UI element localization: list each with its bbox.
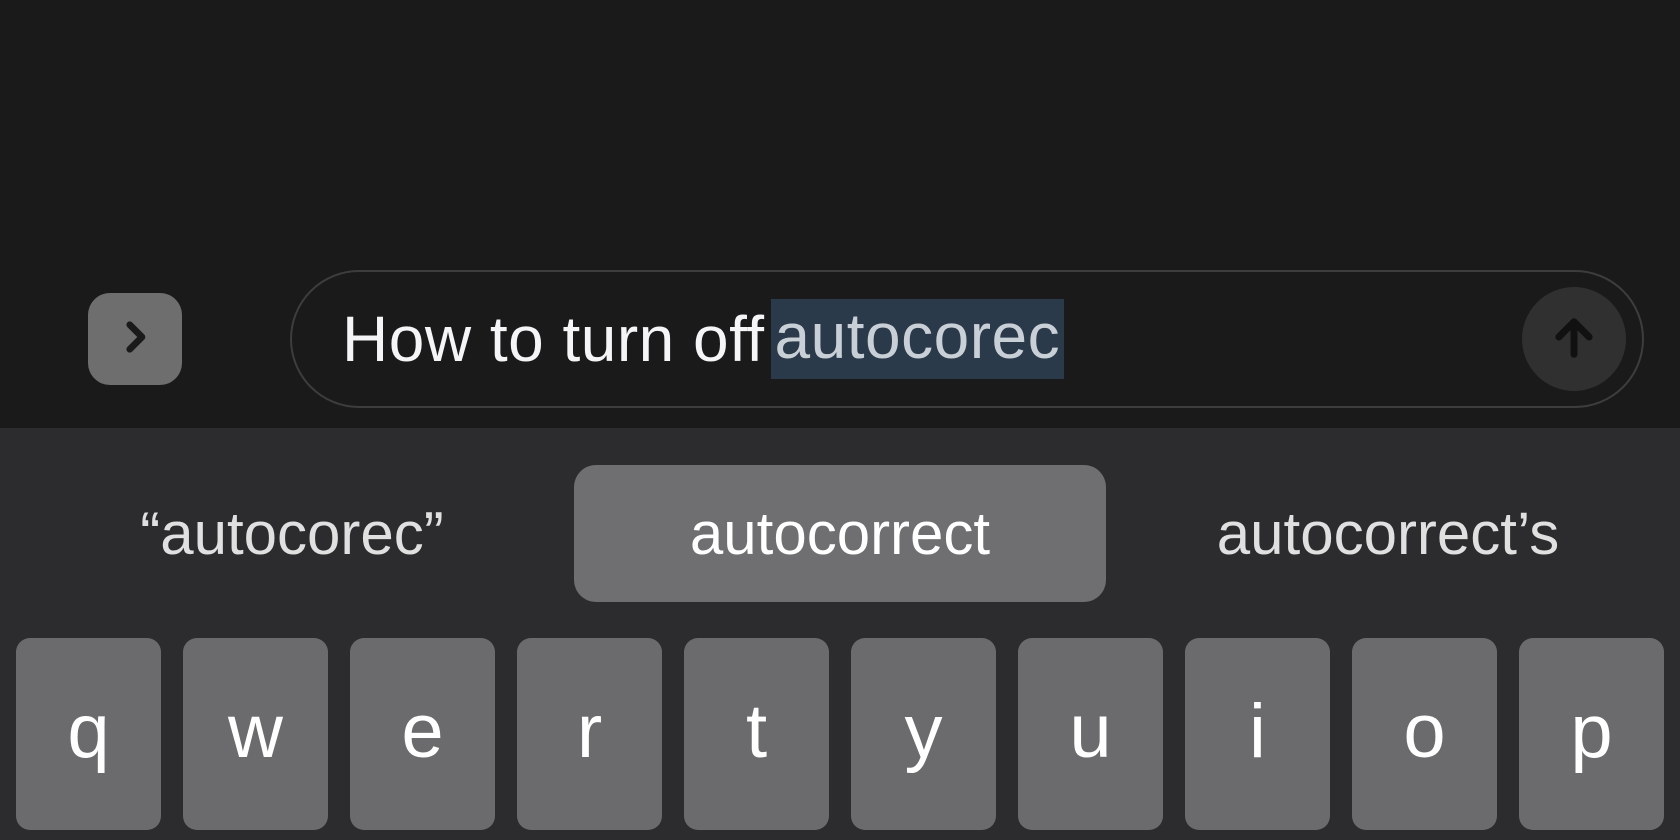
chevron-right-icon — [114, 316, 156, 363]
key-e[interactable]: e — [350, 638, 495, 830]
keyboard: “autocorec” autocorrect autocorrect’s q … — [0, 428, 1680, 840]
input-row: How to turn off autocorec — [0, 270, 1680, 408]
autocorrect-highlight: autocorec — [771, 299, 1065, 379]
suggestion-literal[interactable]: “autocorec” — [30, 465, 554, 602]
key-y[interactable]: y — [851, 638, 996, 830]
key-u[interactable]: u — [1018, 638, 1163, 830]
keyboard-row-1: q w e r t y u i o p — [0, 638, 1680, 840]
typed-text: How to turn off autocorec — [342, 299, 1064, 379]
expand-button[interactable] — [88, 293, 182, 385]
key-i[interactable]: i — [1185, 638, 1330, 830]
key-o[interactable]: o — [1352, 638, 1497, 830]
key-p[interactable]: p — [1519, 638, 1664, 830]
send-button[interactable] — [1522, 287, 1626, 391]
content-area: How to turn off autocorec — [0, 0, 1680, 428]
key-t[interactable]: t — [684, 638, 829, 830]
text-input[interactable]: How to turn off autocorec — [290, 270, 1644, 408]
key-w[interactable]: w — [183, 638, 328, 830]
suggestion-alt[interactable]: autocorrect’s — [1126, 465, 1650, 602]
suggestion-bar: “autocorec” autocorrect autocorrect’s — [0, 428, 1680, 638]
key-r[interactable]: r — [517, 638, 662, 830]
arrow-up-icon — [1548, 311, 1600, 368]
suggestion-primary[interactable]: autocorrect — [574, 465, 1106, 602]
typed-prefix: How to turn off — [342, 302, 765, 376]
key-q[interactable]: q — [16, 638, 161, 830]
